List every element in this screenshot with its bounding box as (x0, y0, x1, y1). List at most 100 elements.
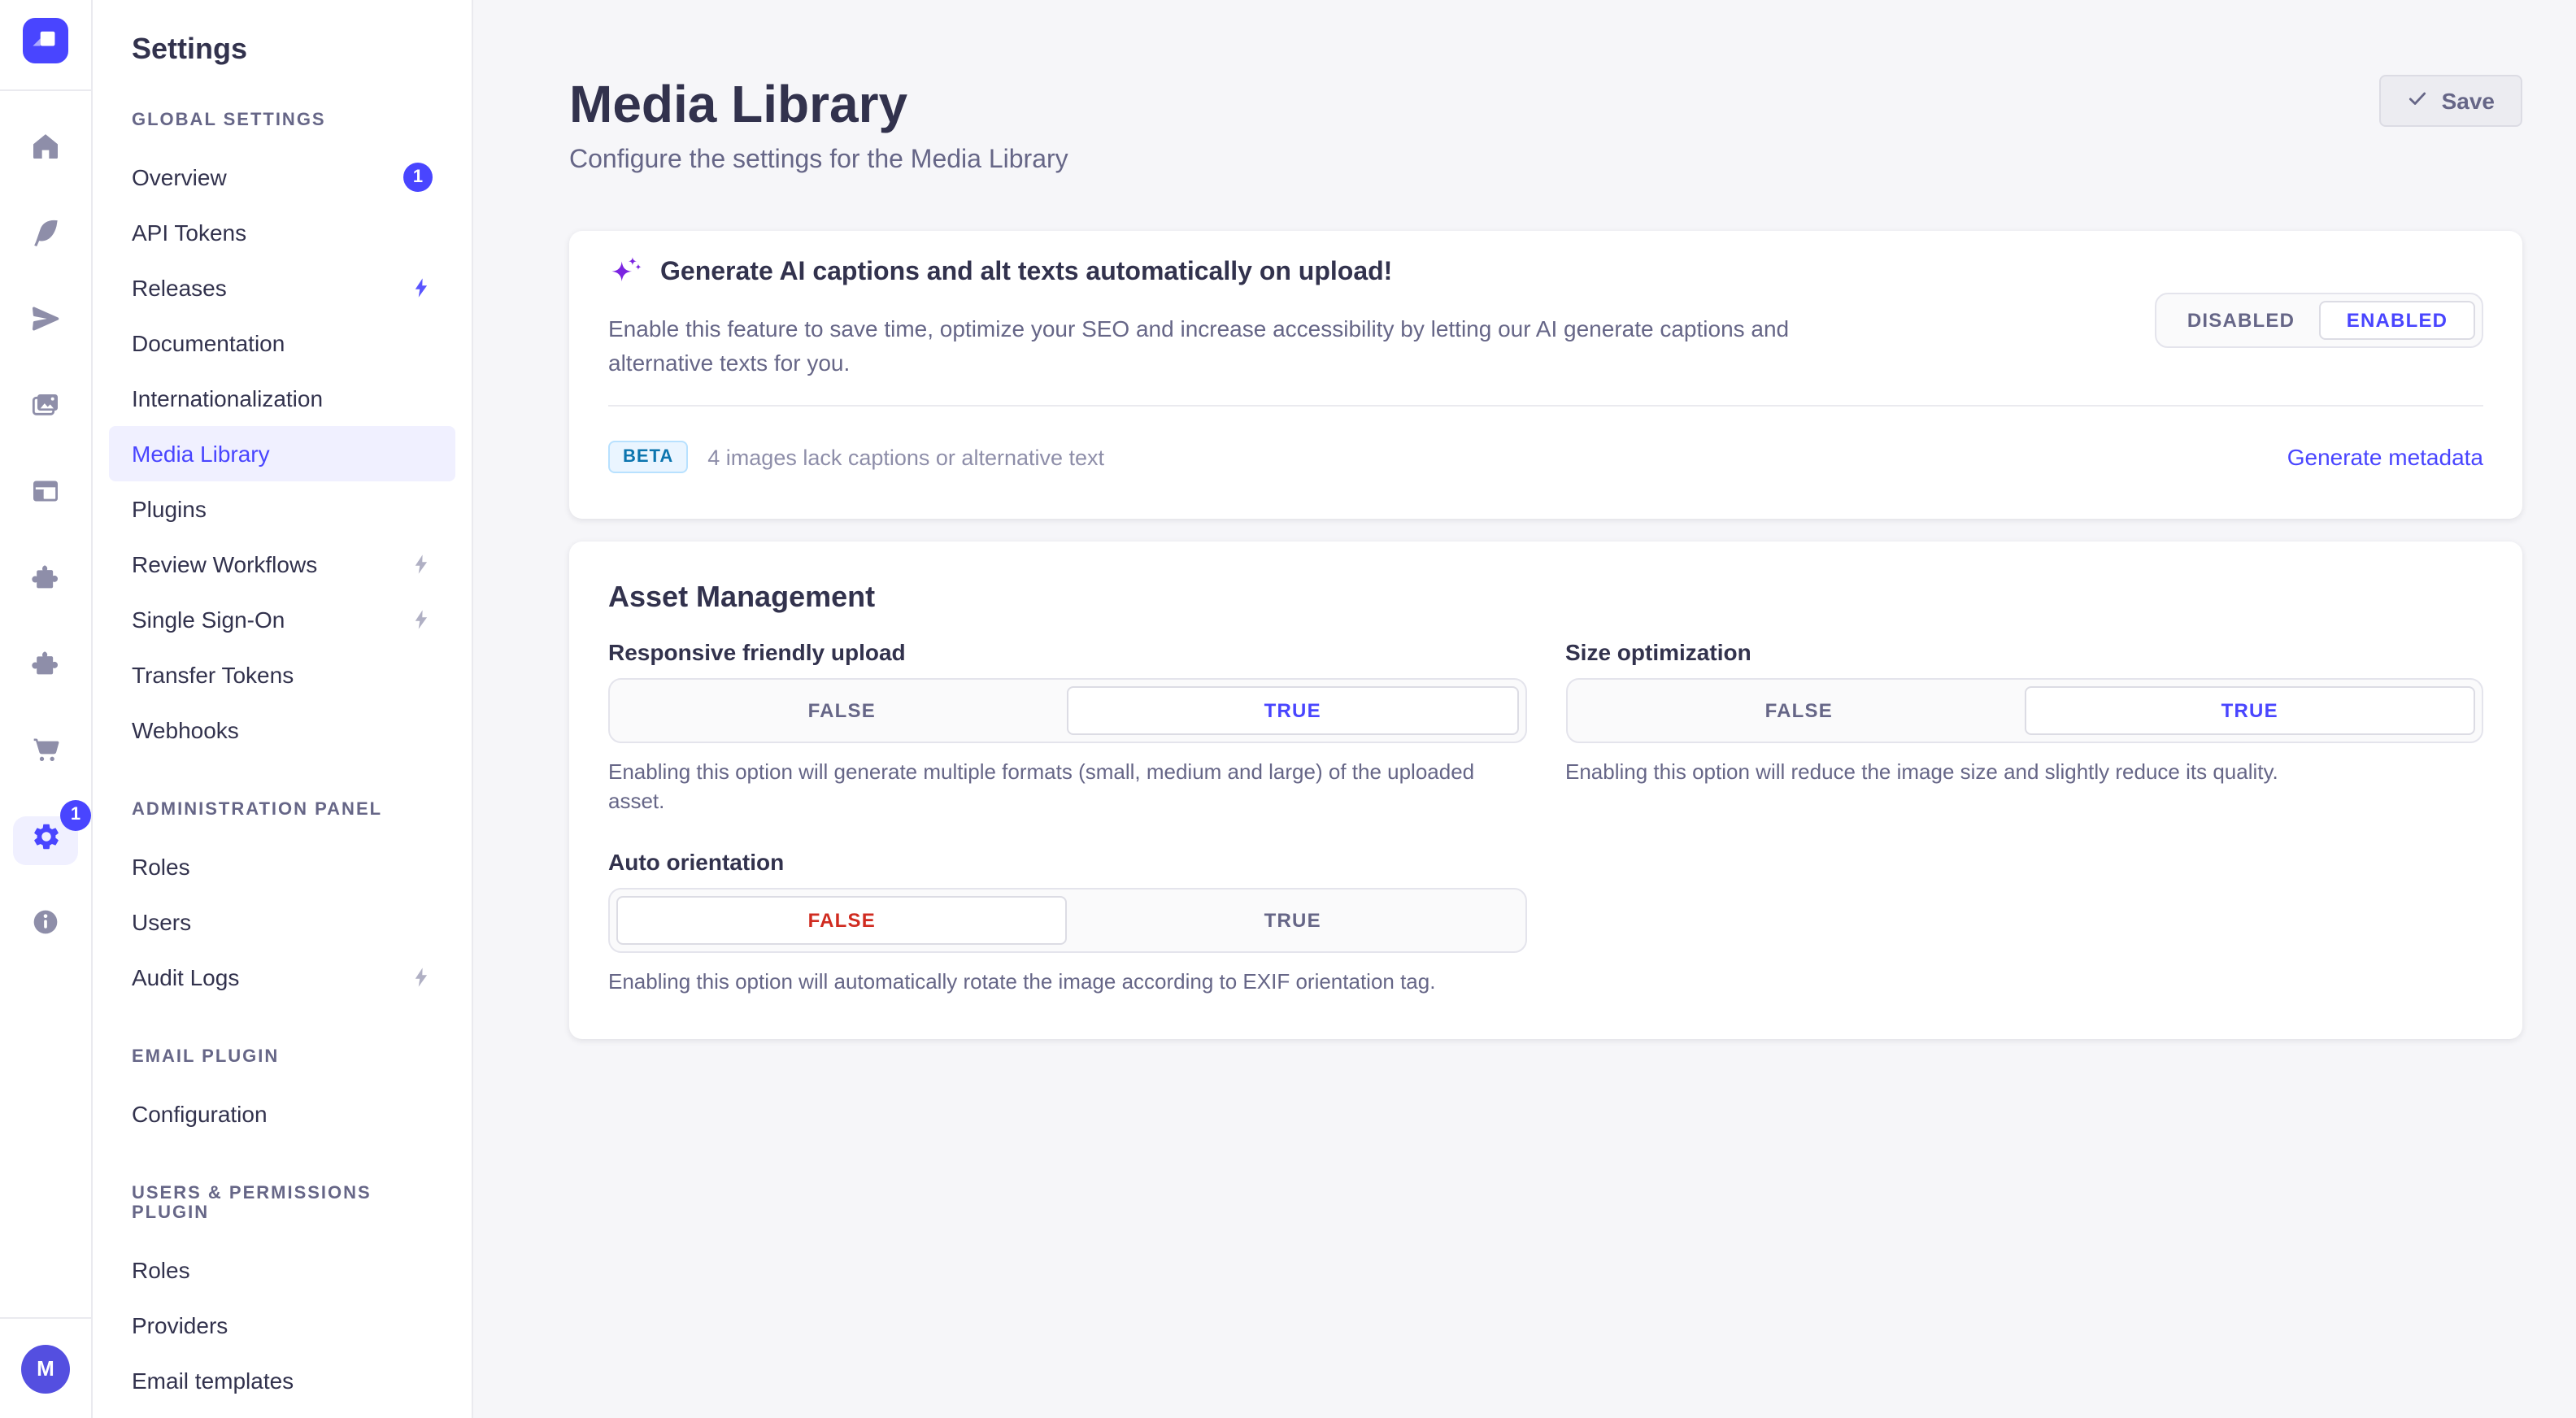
strapi-logo (23, 18, 68, 72)
icon-rail: 1 M (0, 0, 93, 1418)
main-content: Media Library Configure the settings for… (473, 0, 2576, 1418)
field-responsive-friendly-upload: Responsive friendly upload FALSE TRUE En… (608, 639, 1526, 816)
ai-captions-card: Generate AI captions and alt texts autom… (569, 231, 2522, 519)
ai-card-meta-row: BETA 4 images lack captions or alternati… (608, 441, 2483, 473)
rail-item-help[interactable] (0, 883, 91, 969)
section-email-plugin: EMAIL PLUGIN Configuration (93, 1047, 472, 1142)
rail-item-releases[interactable] (0, 280, 91, 366)
auto-orientation-true-option[interactable]: TRUE (1068, 896, 1519, 945)
section-label: GLOBAL SETTINGS (93, 111, 472, 130)
auto-orientation-toggle: FALSE TRUE (608, 888, 1526, 953)
layout-icon (29, 475, 62, 515)
section-global-settings: GLOBAL SETTINGS Overview 1 API Tokens Re… (93, 111, 472, 758)
feather-icon (29, 216, 62, 257)
sidebar-item-review-workflows[interactable]: Review Workflows (109, 537, 455, 592)
ai-card-head: Generate AI captions and alt texts autom… (608, 250, 2483, 299)
responsive-upload-true-option[interactable]: TRUE (1068, 686, 1519, 735)
card-divider (608, 405, 2483, 407)
home-icon (29, 130, 62, 171)
sidebar-item-transfer-tokens[interactable]: Transfer Tokens (109, 647, 455, 702)
settings-badge: 1 (60, 799, 91, 830)
field-hint: Enabling this option will reduce the ima… (1565, 758, 2483, 787)
section-label: USERS & PERMISSIONS PLUGIN (93, 1184, 472, 1223)
section-label: EMAIL PLUGIN (93, 1047, 472, 1067)
sidebar-title: Settings (93, 0, 472, 68)
ai-enabled-toggle: DISABLED ENABLED (2155, 293, 2483, 348)
ai-toggle-enabled-option[interactable]: ENABLED (2319, 301, 2475, 340)
responsive-upload-false-option[interactable]: FALSE (616, 686, 1068, 735)
settings-box: 1 (13, 816, 78, 864)
field-label: Size optimization (1565, 639, 2483, 665)
rail-item-settings[interactable]: 1 (0, 797, 91, 883)
section-users-permissions-plugin: USERS & PERMISSIONS PLUGIN Roles Provide… (93, 1184, 472, 1418)
sidebar-item-providers[interactable]: Providers (109, 1298, 455, 1353)
puzzle-icon-2 (29, 647, 62, 688)
gear-icon (30, 820, 61, 859)
size-optimization-toggle: FALSE TRUE (1565, 678, 2483, 743)
ai-toggle-disabled-option[interactable]: DISABLED (2163, 301, 2319, 340)
sparkles-icon (608, 250, 644, 299)
sidebar-item-plugins[interactable]: Plugins (109, 481, 455, 537)
field-label: Auto orientation (608, 849, 1526, 875)
rail-item-content-manager[interactable] (0, 194, 91, 280)
auto-orientation-false-option[interactable]: FALSE (616, 896, 1068, 945)
ai-card-description: Enable this feature to save time, optimi… (608, 312, 1820, 381)
rail-nav: 1 (0, 91, 91, 969)
save-button[interactable]: Save (2380, 75, 2522, 127)
section-label: ADMINISTRATION PANEL (93, 800, 472, 820)
rail-item-plugins-2[interactable] (0, 624, 91, 711)
lightning-icon (410, 608, 433, 631)
sidebar-item-admin-roles[interactable]: Roles (109, 839, 455, 894)
sidebar-item-documentation[interactable]: Documentation (109, 315, 455, 371)
sidebar-item-email-templates[interactable]: Email templates (109, 1353, 455, 1408)
sidebar-item-media-library[interactable]: Media Library (109, 426, 455, 481)
field-label: Responsive friendly upload (608, 639, 1526, 665)
rail-item-marketplace[interactable] (0, 711, 91, 797)
size-optimization-false-option[interactable]: FALSE (1573, 686, 2025, 735)
ai-card-title: Generate AI captions and alt texts autom… (660, 250, 1392, 293)
sidebar-item-email-configuration[interactable]: Configuration (109, 1086, 455, 1142)
sidebar-item-admin-users[interactable]: Users (109, 894, 455, 950)
sidebar-item-internationalization[interactable]: Internationalization (109, 371, 455, 426)
section-administration-panel: ADMINISTRATION PANEL Roles Users Audit L… (93, 800, 472, 1005)
app-window: 1 M Settings (0, 0, 2576, 1418)
avatar[interactable]: M (21, 1344, 70, 1393)
asset-management-heading: Asset Management (608, 577, 2483, 616)
page-title: Media Library (569, 72, 1068, 137)
check-icon (2408, 88, 2429, 114)
sidebar-item-audit-logs[interactable]: Audit Logs (109, 950, 455, 1005)
notification-badge: 1 (403, 163, 433, 192)
sidebar-item-api-tokens[interactable]: API Tokens (109, 205, 455, 260)
info-icon (29, 906, 62, 946)
sidebar-item-up-roles[interactable]: Roles (109, 1242, 455, 1298)
rail-bottom: M (0, 1317, 91, 1418)
asset-management-card: Asset Management Responsive friendly upl… (569, 542, 2522, 1039)
cart-icon (29, 733, 62, 774)
sidebar-item-overview[interactable]: Overview 1 (109, 150, 455, 205)
rail-item-media-library[interactable] (0, 366, 91, 452)
pictures-icon (29, 389, 62, 429)
page-subtitle: Configure the settings for the Media Lib… (569, 146, 1068, 176)
paper-plane-icon (29, 302, 62, 343)
sidebar-item-releases[interactable]: Releases (109, 260, 455, 315)
beta-badge: BETA (608, 441, 688, 473)
grid-empty-cell (1565, 849, 2483, 997)
sidebar-item-webhooks[interactable]: Webhooks (109, 702, 455, 758)
page-header-text: Media Library Configure the settings for… (569, 72, 1068, 176)
field-hint: Enabling this option will generate multi… (608, 758, 1478, 816)
page-header: Media Library Configure the settings for… (569, 72, 2522, 176)
generate-metadata-link[interactable]: Generate metadata (2287, 444, 2483, 470)
rail-item-plugins[interactable] (0, 538, 91, 624)
rail-item-content-type-builder[interactable] (0, 452, 91, 538)
size-optimization-true-option[interactable]: TRUE (2025, 686, 2476, 735)
asset-fields-grid: Responsive friendly upload FALSE TRUE En… (608, 639, 2483, 997)
lightning-icon (410, 553, 433, 576)
puzzle-icon (29, 561, 62, 602)
sidebar-item-single-sign-on[interactable]: Single Sign-On (109, 592, 455, 647)
sidebar-item-advanced-settings[interactable]: Advanced settings (109, 1408, 455, 1418)
lightning-icon (410, 966, 433, 989)
rail-item-home[interactable] (0, 107, 91, 194)
field-hint: Enabling this option will automatically … (608, 968, 1526, 997)
missing-captions-status: 4 images lack captions or alternative te… (707, 445, 1104, 469)
strapi-logo-cell[interactable] (0, 0, 91, 91)
